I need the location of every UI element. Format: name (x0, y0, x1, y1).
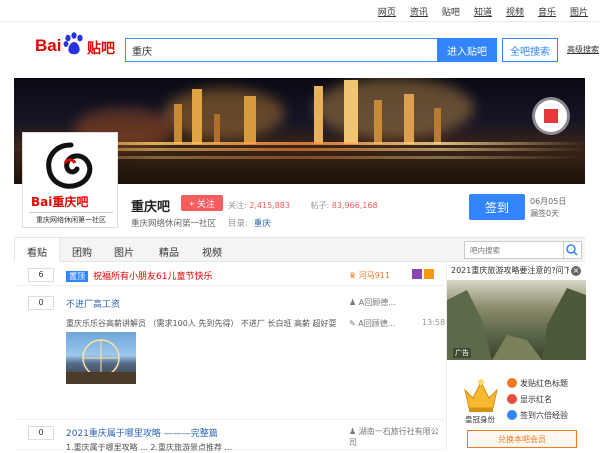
nav-link-web[interactable]: 网页 (378, 5, 396, 18)
post-excerpt: 1.重庆属于哪里攻略 ... 2.重庆旅游景点推荐 ... (66, 443, 233, 452)
red-name-icon (507, 394, 517, 404)
search-all-button[interactable]: 全吧搜索 (502, 38, 558, 62)
rank-badges-icon (412, 269, 434, 279)
post-title-text: 祝福所有小朋友61儿童节快乐 (93, 272, 213, 282)
missed-days-text: 漏签0天 (530, 209, 560, 218)
tab-videos[interactable]: 视频 (202, 244, 222, 259)
forum-avatar: Bai重庆吧 重庆网络休闲第一社区 (22, 132, 118, 228)
posts-label: 帖子: (310, 201, 330, 210)
forum-description: 重庆网络休闲第一社区 (131, 219, 217, 229)
category-label: 目录: (228, 219, 248, 229)
ferris-wheel-image (66, 339, 136, 384)
vip-label: 皇冠身份 (465, 415, 495, 424)
post-author[interactable]: ♛ 河马911 (349, 270, 390, 281)
avatar-subtitle: 重庆网络休闲第一社区 (29, 212, 113, 225)
nav-link-tieba[interactable]: 贴吧 (442, 5, 460, 18)
top-nav: 网页 资讯 贴吧 知道 视频 音乐 图片 (0, 0, 600, 22)
last-reply-user[interactable]: ✎ A回顾德... (349, 318, 395, 329)
user-icon: ♟ (349, 298, 359, 307)
forum-category: 目录: 重庆 (228, 217, 271, 229)
ad-title[interactable]: 2021重庆旅游攻略要注意的?问下 (451, 265, 569, 276)
perk-item: 发贴红色标题 (507, 378, 568, 389)
followers-label: 关注: (228, 201, 247, 210)
reply-count: 6 (28, 268, 54, 282)
follow-button[interactable]: + 关注 (181, 195, 223, 211)
advanced-search-link[interactable]: 高级搜索 (567, 44, 599, 55)
tab-featured[interactable]: 精品 (159, 244, 179, 259)
exp-icon (507, 410, 517, 420)
nav-link-images[interactable]: 图片 (570, 5, 588, 18)
sign-in-button[interactable]: 签到 (469, 194, 525, 220)
post-title[interactable]: 不进厂高工资 (66, 297, 120, 310)
enter-tieba-button[interactable]: 进入贴吧 (437, 38, 497, 62)
search-icon (566, 244, 578, 256)
tab-posts[interactable]: 看贴 (14, 238, 60, 262)
open-vip-button[interactable]: 兑换本吧会员 (467, 430, 577, 448)
search-input[interactable] (125, 38, 437, 62)
close-icon[interactable]: × (571, 266, 581, 276)
forum-stats: 关注: 2,415,883 帖子: 83,966,168 (228, 200, 396, 211)
post-author[interactable]: ♟ A回顾德... (349, 297, 396, 308)
post-title[interactable]: 置顶 祝福所有小朋友61儿童节快乐 (66, 269, 212, 282)
sign-in-date: 06月05日 漏签0天 (530, 196, 566, 220)
reply-count: 0 (28, 296, 54, 310)
reply-count: 0 (28, 426, 54, 440)
post-excerpt: 重庆乐乐谷高薪讲解员 （需求100人 先到先得） 不进厂 长白班 高薪 超好耍 … (66, 319, 336, 328)
baidu-tieba-logo[interactable]: Bai 贴吧 (35, 32, 117, 62)
posts-count: 83,966,168 (331, 201, 378, 210)
nav-link-music[interactable]: 音乐 (538, 5, 556, 18)
category-link[interactable]: 重庆 (254, 219, 271, 229)
user-icon: ♛ (349, 271, 359, 280)
gift-icon[interactable] (535, 100, 567, 132)
logo-tieba-text: 贴吧 (87, 41, 115, 57)
logo-bai-text: Bai (35, 36, 62, 55)
tab-images[interactable]: 图片 (114, 244, 134, 259)
nav-link-news[interactable]: 资讯 (410, 5, 428, 18)
forum-name: 重庆吧 (131, 200, 171, 215)
sidebar: 2021重庆旅游攻略要注意的?问下 × 广告 皇冠身份 发贴红色标题 显示红名 … (446, 262, 586, 450)
crown-icon (464, 379, 498, 412)
perk-item: 签到六倍经验 (507, 410, 568, 421)
user-icon: ♟ (349, 427, 359, 436)
post-title[interactable]: 2021重庆属于哪里攻略 ———完整篇 (66, 426, 218, 439)
red-title-icon (507, 378, 517, 388)
nav-link-video[interactable]: 视频 (506, 5, 524, 18)
reply-icon: ✎ (349, 319, 359, 328)
ad-label: 广告 (453, 348, 471, 358)
forum-search-input[interactable] (464, 241, 564, 259)
perk-item: 显示红名 (507, 394, 552, 405)
paw-icon (63, 32, 83, 55)
post-author[interactable]: ♟ 湖南一石旅行社有限公司 (349, 426, 444, 448)
date-text: 06月05日 (530, 197, 567, 206)
list-item[interactable]: 6 置顶 祝福所有小朋友61儿童节快乐 ♛ 河马911 (14, 262, 444, 286)
tab-group-buy[interactable]: 团购 (72, 244, 92, 259)
followers-count: 2,415,883 (249, 201, 290, 210)
list-item[interactable]: 0 2021重庆属于哪里攻略 ———完整篇 ♟ 湖南一石旅行社有限公司 1.重庆… (14, 420, 444, 452)
list-item[interactable]: 0 不进厂高工资 ♟ A回顾德... 重庆乐乐谷高薪讲解员 （需求100人 先到… (14, 286, 446, 420)
pinned-badge: 置顶 (66, 271, 88, 282)
avatar-brand-text: Bai重庆吧 (31, 195, 89, 209)
post-thumbnail[interactable] (66, 332, 136, 384)
forum-logo-swirl-icon (46, 142, 93, 189)
nav-link-zhidao[interactable]: 知道 (474, 5, 492, 18)
forum-search-button[interactable] (564, 241, 582, 259)
post-time: 13:58 (422, 318, 446, 327)
